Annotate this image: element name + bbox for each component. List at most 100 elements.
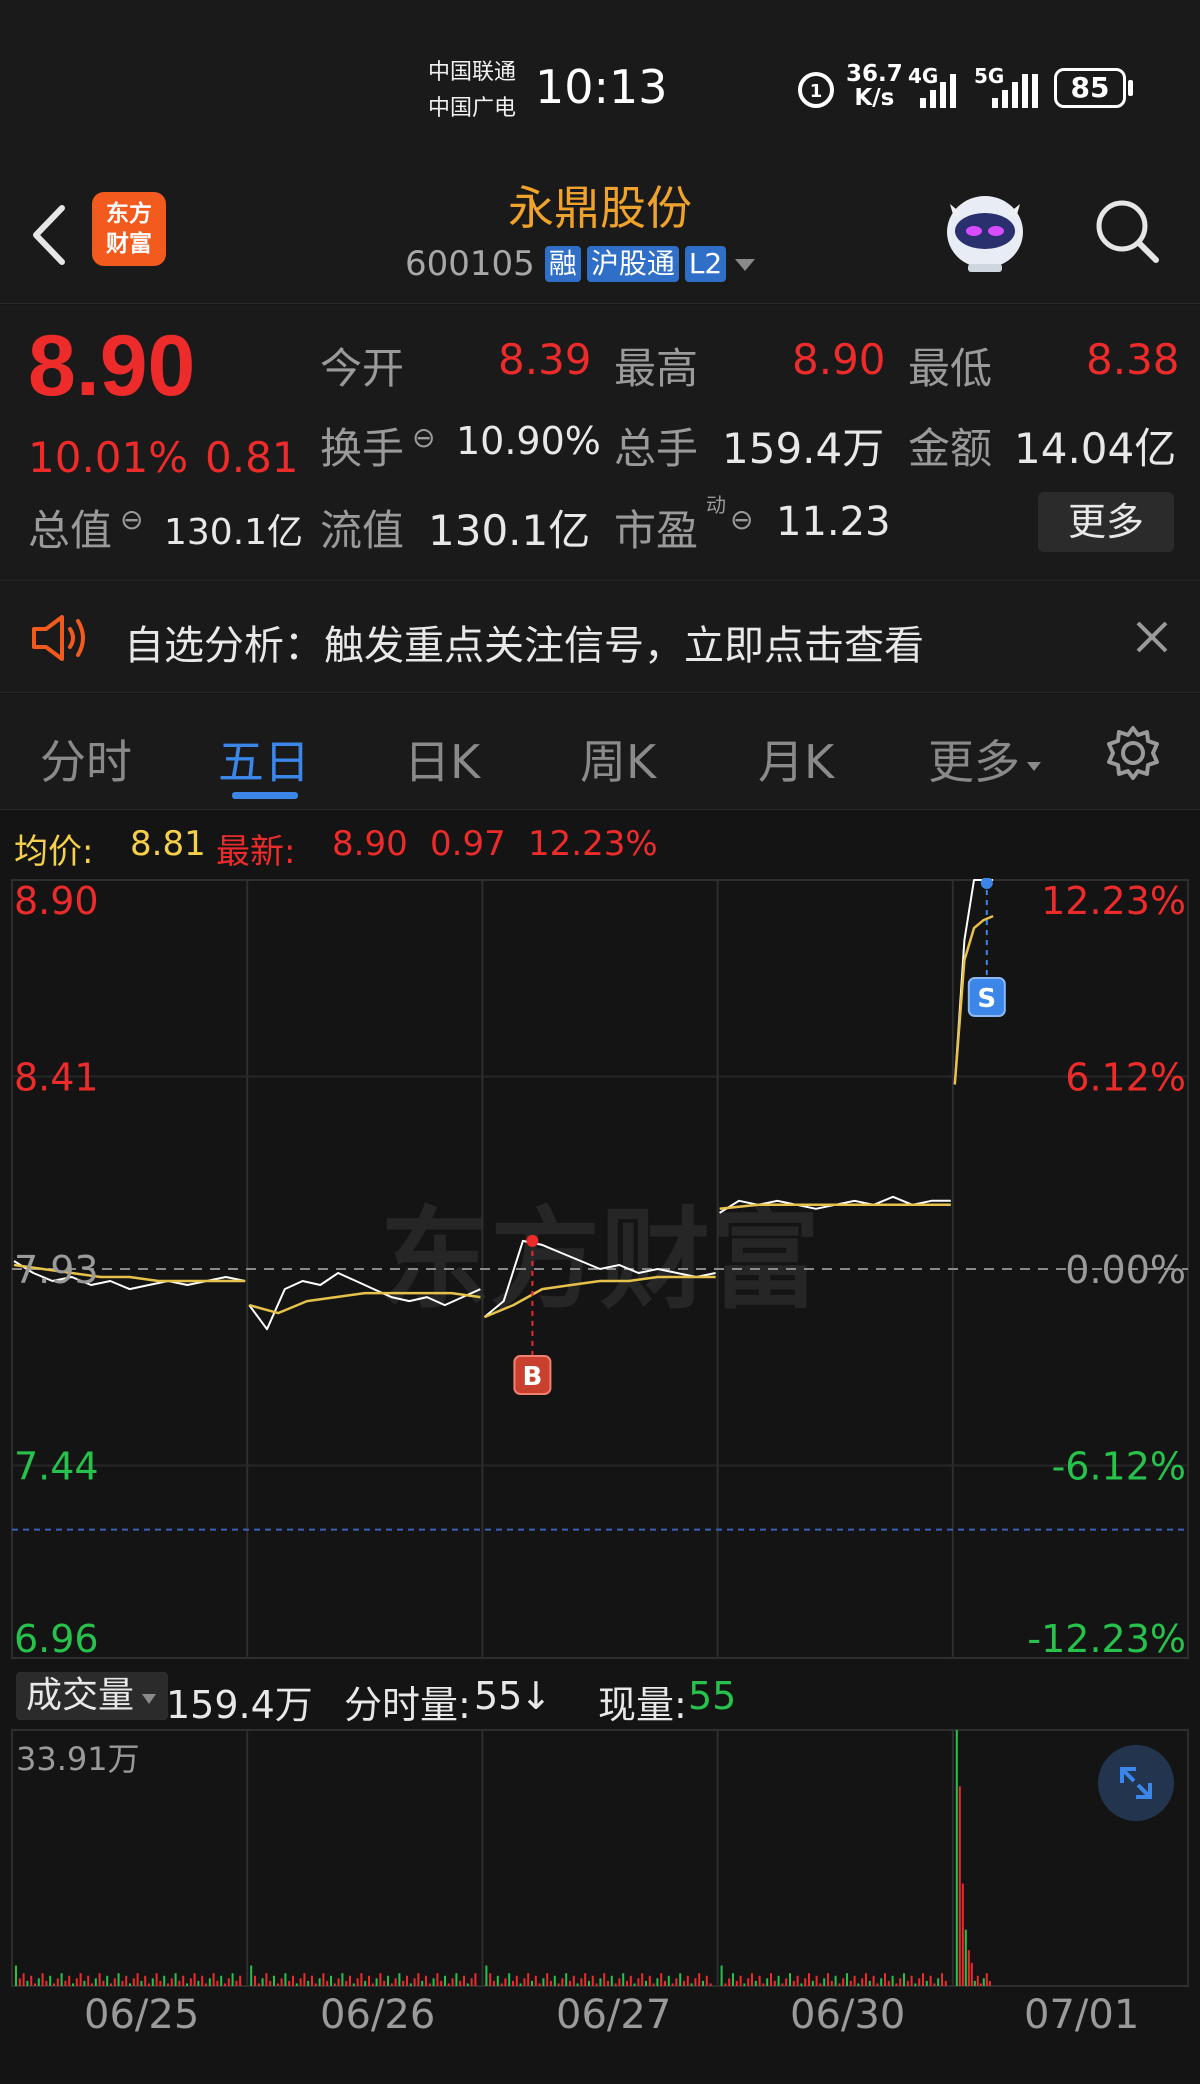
volume-bar: [705, 1975, 708, 1986]
tab-more[interactable]: 更多: [928, 726, 1044, 792]
minute-volume-label: 分时量:: [344, 1683, 471, 1727]
volume-bar: [167, 1983, 169, 1986]
volume-bar: [542, 1978, 545, 1986]
volume-bar: [842, 1978, 845, 1986]
volume-bar: [148, 1983, 150, 1986]
volume-bar: [318, 1978, 321, 1986]
volume-bar: [368, 1975, 370, 1986]
volume-bar: [572, 1975, 575, 1986]
expand-icon: [1120, 1767, 1152, 1799]
net-speed: 36.7 K/s: [846, 61, 903, 111]
clock: 10:13: [535, 60, 668, 114]
notice-banner[interactable]: 自选分析：触发重点关注信号，立即点击查看: [0, 580, 1200, 693]
volume-bar: [796, 1975, 799, 1986]
volume-bar: [515, 1975, 518, 1986]
volume-bar: [899, 1978, 902, 1986]
volume-selector[interactable]: 成交量: [16, 1672, 169, 1720]
volume-bar: [739, 1975, 742, 1986]
volume-bar: [728, 1978, 731, 1986]
search-icon[interactable]: [1090, 194, 1162, 266]
volume-bar: [538, 1983, 541, 1986]
volume-bar: [224, 1983, 226, 1986]
volume-bar: [474, 1973, 477, 1986]
tab-monthly-k[interactable]: 月K: [758, 726, 834, 792]
volume-bar: [865, 1973, 867, 1986]
info-icon[interactable]: ⊖: [730, 503, 753, 536]
volume-bar: [163, 1975, 166, 1986]
high-label: 最高: [614, 344, 699, 393]
change-percent: 10.01%: [28, 433, 189, 482]
five-day-chart[interactable]: 东方财富 B S 8.90 12.23% 8.41 6.12% 7.93 0.00% 7.44 -6…: [0, 877, 1200, 2084]
mktcap-label: 总值: [28, 506, 113, 555]
volume-bar: [766, 1978, 769, 1986]
stock-code-row[interactable]: 600105 融 沪股通 L2: [405, 242, 758, 286]
settings-gear-icon[interactable]: [1104, 724, 1162, 782]
volume-bar: [231, 1973, 234, 1986]
info-icon[interactable]: ⊖: [412, 421, 435, 454]
volume-bar: [773, 1980, 776, 1986]
volume-bar: [383, 1980, 386, 1986]
volume-bar: [470, 1978, 473, 1986]
close-icon[interactable]: [1132, 617, 1172, 657]
volume-bar: [205, 1983, 207, 1986]
tab-daily-k[interactable]: 日K: [404, 726, 480, 792]
expand-chart-button[interactable]: [1098, 1745, 1174, 1821]
volume-bar: [656, 1978, 659, 1986]
volume-bar: [683, 1980, 685, 1986]
tag-level2: L2: [684, 246, 727, 282]
amount-value: 14.04亿: [1014, 424, 1177, 473]
carrier-2: 中国广电: [428, 96, 517, 121]
volume-bar: [34, 1983, 36, 1986]
volume-bar: [201, 1975, 204, 1986]
volume-bar: [155, 1973, 158, 1986]
more-button[interactable]: 更多: [1038, 492, 1174, 552]
tag-margin: 融: [544, 246, 581, 282]
volume-bar: [216, 1980, 219, 1986]
volume-bar: [212, 1973, 215, 1986]
volume-bar: [22, 1973, 25, 1986]
volume-bar: [413, 1978, 416, 1986]
tab-five-day[interactable]: 五日: [218, 726, 310, 792]
volume-bar: [337, 1978, 340, 1986]
volume-bar: [15, 1965, 17, 1986]
volume-bar: [87, 1975, 90, 1986]
buy-marker-label: B: [522, 1362, 542, 1392]
volume-bar: [136, 1973, 139, 1986]
latest-percent: 12.23%: [528, 824, 658, 864]
tab-intraday[interactable]: 分时: [40, 726, 132, 792]
period-tabs: 分时 五日 日K 周K 月K 更多: [0, 694, 1200, 810]
volume-bar: [94, 1978, 97, 1986]
sell-marker-label: S: [977, 984, 996, 1014]
signal-icon: [920, 74, 956, 108]
svg-text:1: 1: [810, 81, 823, 102]
latest-label: 最新:: [216, 832, 296, 872]
tab-weekly-k[interactable]: 周K: [580, 726, 656, 792]
volume-bar: [56, 1978, 59, 1986]
volume-bar: [30, 1975, 33, 1986]
y-tick-right: 12.23%: [1041, 879, 1186, 923]
volume-bar: [519, 1983, 522, 1986]
volume-bar: [922, 1973, 924, 1986]
volume-bar: [261, 1978, 264, 1986]
volume-bar: [387, 1975, 389, 1986]
dropdown-triangle-icon: [1027, 761, 1041, 771]
volume-bar: [565, 1973, 568, 1986]
volume-bar: [660, 1973, 663, 1986]
volume-bar: [838, 1983, 841, 1986]
y-tick-right: -12.23%: [1027, 1617, 1186, 1661]
volume-bar: [299, 1978, 302, 1986]
volume-bar: [193, 1973, 196, 1986]
volume-bar: [811, 1980, 814, 1986]
volume-bar: [466, 1983, 469, 1986]
volume-bar: [254, 1975, 256, 1986]
info-icon[interactable]: ⊖: [120, 503, 143, 536]
x-tick-label: 06/25: [84, 1992, 200, 2038]
stock-header: 东方 财富 永鼎股份 600105 融 沪股通 L2: [0, 170, 1200, 304]
volume-bar: [307, 1980, 310, 1986]
volume-bar: [985, 1973, 988, 1986]
volume-bar: [645, 1980, 647, 1986]
volume-bar: [933, 1983, 936, 1986]
volume-bar: [976, 1975, 979, 1986]
robot-assistant-icon[interactable]: [940, 184, 1030, 274]
volume-bar: [804, 1978, 807, 1986]
